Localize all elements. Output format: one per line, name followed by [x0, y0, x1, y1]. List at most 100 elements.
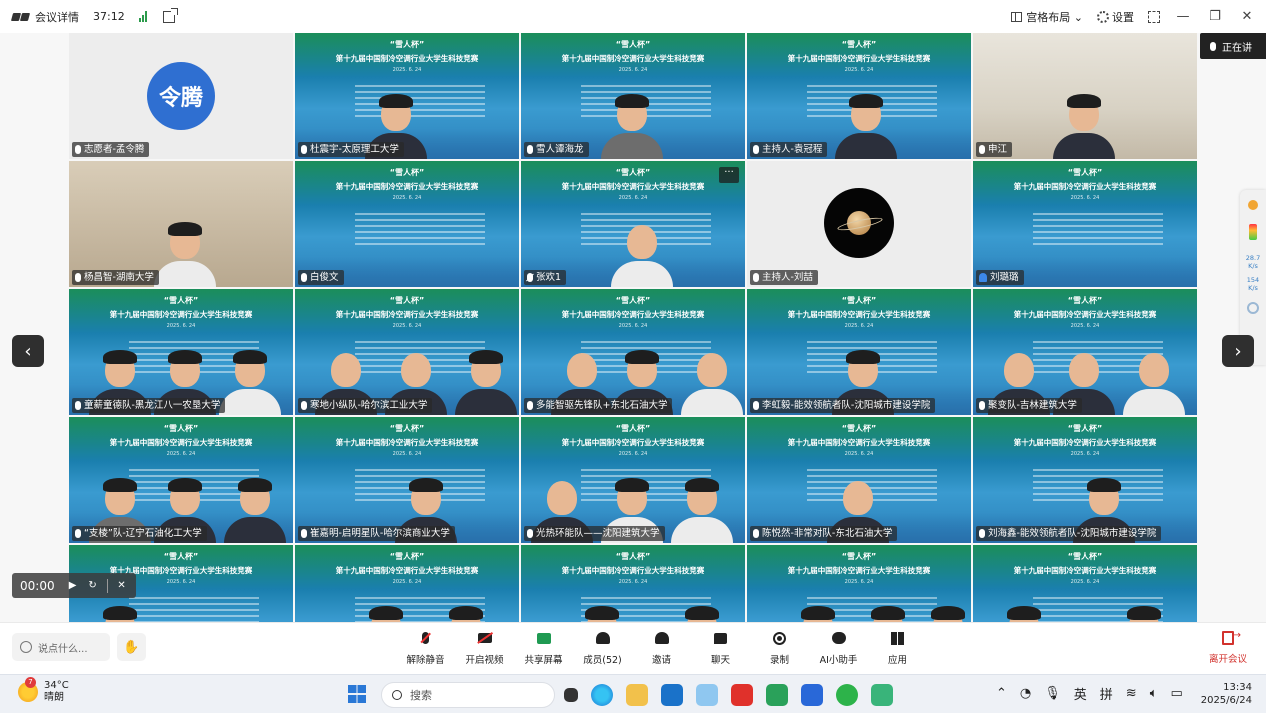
clock-time: 13:34 [1223, 682, 1252, 693]
video-tile[interactable]: “雪人杯” 第十九届中国制冷空调行业大学生科技竞赛 2025. 6. 24 陈悦然-非… [747, 417, 971, 543]
video-tile[interactable]: 杨昌智-湖南大学 [69, 161, 293, 287]
share-screen-button[interactable]: 共享屏幕 [514, 629, 573, 666]
leave-meeting-button[interactable]: 离开会议 [1208, 630, 1248, 665]
apps-button[interactable]: 应用 [868, 629, 927, 666]
banner-line1: “雪人杯” [389, 552, 425, 561]
more-options-icon[interactable]: ··· [719, 167, 739, 183]
wps-office-icon[interactable] [731, 684, 753, 706]
banner-line3: 2025. 6. 24 [618, 323, 648, 329]
participant-video [601, 94, 663, 159]
wechat-icon[interactable] [836, 684, 858, 706]
video-tile[interactable]: “雪人杯” 第十九届中国制冷空调行业大学生科技竞赛 2025. 6. 24 聚变队-吉… [973, 289, 1197, 415]
tool-label: 聊天 [710, 655, 730, 666]
mic-icon [979, 529, 985, 538]
ai-assistant-button[interactable]: AI小助手 [809, 629, 868, 666]
tool-label: 录制 [769, 655, 789, 666]
video-tile[interactable]: “雪人杯” 第十九届中国制冷空调行业大学生科技竞赛 2025. 6. 24 杜震宇-太… [295, 33, 519, 159]
settings-label: 设置 [1112, 10, 1134, 24]
mic-icon [75, 401, 81, 410]
invite-icon [654, 632, 669, 644]
video-tile[interactable]: 令腾 志愿者-孟令腾 [69, 33, 293, 159]
tray-overflow-icon[interactable]: ⌃ [996, 686, 1007, 701]
minimize-button[interactable]: — [1174, 9, 1192, 24]
participant-name-tag: 主持人-刘喆 [750, 270, 818, 285]
video-tile[interactable]: “雪人杯” 第十九届中国制冷空调行业大学生科技竞赛 2025. 6. 24 光热环能队… [521, 417, 745, 543]
level-meter-icon [1249, 224, 1257, 240]
volume-muted-icon[interactable]: 🔈︎ [1150, 686, 1158, 701]
user-icon [979, 273, 987, 282]
ime-pinyin[interactable]: 拼 [1100, 684, 1113, 703]
ime-english[interactable]: 英 [1074, 684, 1087, 703]
wifi-icon[interactable]: ≋ [1126, 686, 1137, 701]
upload-speed: 28.7 [1245, 254, 1261, 262]
layout-label: 宫格布局 [1026, 10, 1071, 24]
video-tile[interactable]: “雪人杯” 第十九届中国制冷空调行业大学生科技竞赛 2025. 6. 24 童薪童德队… [69, 289, 293, 415]
tencent-meeting-taskbar-icon[interactable] [801, 684, 823, 706]
video-tile[interactable]: “雪人杯” 第十九届中国制冷空调行业大学生科技竞赛 2025. 6. 24 多能智驱先… [521, 289, 745, 415]
tray-app-icon[interactable]: ◔ [1020, 686, 1031, 701]
close-player-icon[interactable]: ✕ [112, 580, 132, 591]
meeting-info-link[interactable]: 会议详情 [35, 9, 79, 25]
layout-button[interactable]: 宫格布局 ⌄ [1011, 9, 1083, 25]
outlook-icon[interactable] [661, 684, 683, 706]
weather-widget[interactable]: 7 34°C 晴朗 [18, 677, 69, 704]
mic-muted-icon [422, 632, 429, 644]
video-tile[interactable]: “雪人杯” 第十九届中国制冷空调行业大学生科技竞赛 2025. 6. 24 白俊文 [295, 161, 519, 287]
chat-button[interactable]: 聊天 [691, 629, 750, 666]
chat-icon [714, 632, 727, 644]
edge-browser-icon[interactable] [591, 684, 613, 706]
raise-hand-button[interactable]: ✋ [117, 633, 146, 661]
settings-button[interactable]: 设置 [1097, 9, 1134, 25]
popout-icon[interactable] [162, 7, 178, 23]
emoji-icon [20, 641, 32, 653]
video-tile[interactable]: “雪人杯” 第十九届中国制冷空调行业大学生科技竞赛 2025. 6. 24 [295, 545, 519, 622]
participant-name-tag: “支棱”队-辽宁石油化工大学 [72, 526, 207, 541]
sheets-app-icon[interactable] [766, 684, 788, 706]
video-tile[interactable]: “雪人杯” 第十九届中国制冷空调行业大学生科技竞赛 2025. 6. 24 刘海鑫-能… [973, 417, 1197, 543]
next-page-button[interactable]: › [1222, 335, 1254, 367]
video-tile[interactable]: “雪人杯” 第十九届中国制冷空调行业大学生科技竞赛 2025. 6. 24 “支棱”队… [69, 417, 293, 543]
members-button[interactable]: 成员(52) [573, 629, 632, 666]
invite-button[interactable]: 邀请 [632, 629, 691, 666]
task-view-icon[interactable] [564, 688, 578, 702]
competition-banner: “雪人杯” 第十九届中国制冷空调行业大学生科技竞赛 2025. 6. 24 [295, 551, 519, 585]
previous-page-button[interactable]: ‹ [12, 335, 44, 367]
battery-icon[interactable]: ▭ [1171, 686, 1183, 701]
unmute-button[interactable]: 解除静音 [396, 629, 455, 666]
restore-button[interactable]: ❐ [1206, 9, 1224, 24]
fullscreen-icon[interactable] [1148, 10, 1160, 23]
loop-icon[interactable]: ↻ [83, 580, 103, 591]
cloud-app-icon[interactable] [696, 684, 718, 706]
start-video-button[interactable]: 开启视频 [455, 629, 514, 666]
record-button[interactable]: 录制 [750, 629, 809, 666]
video-tile[interactable]: 主持人-刘喆 [747, 161, 971, 287]
taskbar-search[interactable]: 搜索 [381, 682, 555, 708]
signal-strength-icon[interactable] [138, 11, 147, 22]
video-tile[interactable]: 申江 [973, 33, 1197, 159]
play-icon[interactable]: ▶ [63, 580, 83, 591]
competition-banner: “雪人杯” 第十九届中国制冷空调行业大学生科技竞赛 2025. 6. 24 [295, 167, 519, 201]
video-tile[interactable]: “雪人杯” 第十九届中国制冷空调行业大学生科技竞赛 2025. 6. 24 李虹毅-能… [747, 289, 971, 415]
video-tile[interactable]: “雪人杯” 第十九届中国制冷空调行业大学生科技竞赛 2025. 6. 24 主持人-袁… [747, 33, 971, 159]
banner-line1: “雪人杯” [841, 552, 877, 561]
participant-name-tag: 雪人谭海龙 [524, 142, 589, 157]
video-tile[interactable]: “雪人杯” 第十九届中国制冷空调行业大学生科技竞赛 2025. 6. 24 ··· 张欢… [521, 161, 745, 287]
file-explorer-icon[interactable] [626, 684, 648, 706]
close-button[interactable]: ✕ [1238, 9, 1256, 24]
competition-banner: “雪人杯” 第十九届中国制冷空调行业大学生科技竞赛 2025. 6. 24 [521, 295, 745, 329]
chat-input[interactable]: 说点什么... [12, 633, 110, 661]
system-clock[interactable]: 13:34 2025/6/24 [1201, 681, 1252, 707]
video-tile[interactable]: “雪人杯” 第十九届中国制冷空调行业大学生科技竞赛 2025. 6. 24 [521, 545, 745, 622]
monitor-app-icon[interactable] [871, 684, 893, 706]
video-tile[interactable]: “雪人杯” 第十九届中国制冷空调行业大学生科技竞赛 2025. 6. 24 雪人谭海龙 [521, 33, 745, 159]
video-tile[interactable]: “雪人杯” 第十九届中国制冷空调行业大学生科技竞赛 2025. 6. 24 崔嘉明-启… [295, 417, 519, 543]
video-tile[interactable]: “雪人杯” 第十九届中国制冷空调行业大学生科技竞赛 2025. 6. 24 [747, 545, 971, 622]
video-tile[interactable]: “雪人杯” 第十九届中国制冷空调行业大学生科技竞赛 2025. 6. 24 刘璐璐 [973, 161, 1197, 287]
participant-video [435, 606, 497, 622]
mic-icon [753, 145, 759, 154]
windows-start-icon[interactable] [348, 685, 366, 703]
participant-name: 刘海鑫-能效领航者队-沈阳城市建设学院 [988, 528, 1157, 539]
video-tile[interactable]: “雪人杯” 第十九届中国制冷空调行业大学生科技竞赛 2025. 6. 24 寒地小纵队… [295, 289, 519, 415]
microphone-tray-icon[interactable]: 🎙︎ [1044, 686, 1061, 701]
video-tile[interactable]: “雪人杯” 第十九届中国制冷空调行业大学生科技竞赛 2025. 6. 24 [973, 545, 1197, 622]
